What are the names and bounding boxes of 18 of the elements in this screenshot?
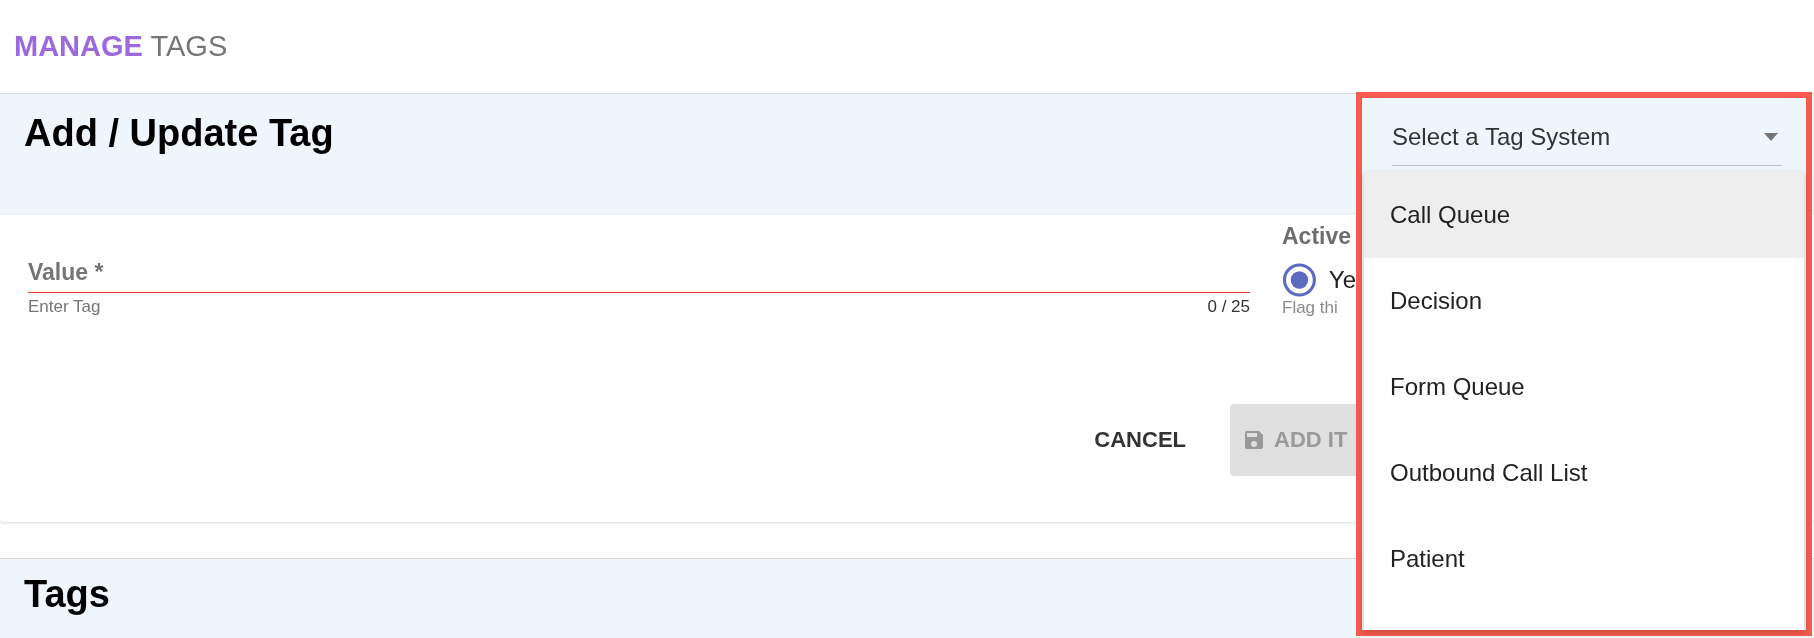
input-field[interactable]: Value * (28, 247, 1250, 293)
radio-label: Ye (1328, 266, 1356, 294)
field-label: Active (1282, 223, 1353, 250)
radio-button[interactable] (1282, 262, 1317, 298)
menu-item[interactable]: Decision (1364, 258, 1804, 344)
field-hint: Enter Tag (28, 297, 101, 317)
menu-item[interactable]: Patient (1364, 516, 1804, 602)
page-title: MANAGE TAGS (14, 30, 228, 63)
section-title: Tags (24, 573, 110, 615)
field-hint: Flag thi (1282, 298, 1339, 318)
caret-icon (1764, 132, 1778, 141)
select-field[interactable]: Select a Tag System (1392, 108, 1782, 166)
menu-item[interactable]: Call Queue (1364, 172, 1804, 258)
section-title: Add / Update Tag (24, 112, 334, 154)
cancel-button[interactable]: CANCEL (1088, 417, 1192, 463)
menu-item[interactable]: Outbound Call List (1364, 430, 1804, 516)
menu-item[interactable]: Form Queue (1364, 344, 1804, 430)
character-counter: 0 / 25 (1207, 297, 1250, 317)
